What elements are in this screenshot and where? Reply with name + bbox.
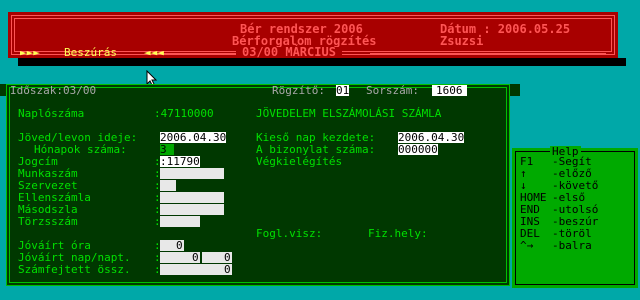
honapok-input[interactable]: 3 — [160, 144, 174, 155]
help-key-del: DEL — [520, 227, 540, 240]
help-key-f1: F1 — [520, 155, 534, 168]
header-shadow — [18, 58, 626, 66]
torzsszam-input[interactable] — [160, 216, 200, 227]
sorszam-label: Sorszám: — [366, 84, 419, 97]
vegkielegites-text: Végkielégítés — [256, 155, 343, 168]
form-title: JÖVEDELEM ELSZÁMOLÁSI SZÁMLA — [256, 107, 442, 120]
szervezet-input[interactable] — [160, 180, 176, 191]
help-key-down: ↓ — [520, 179, 527, 192]
jovairt-ora-label: Jóváírt óra — [18, 239, 91, 252]
naploszama-value: :47110000 — [154, 107, 214, 120]
help-desc-koveto: -követő — [552, 179, 599, 192]
period-line: 03/00 MÁRCIUS — [236, 46, 342, 58]
ellenszamla-label: Ellenszámla — [18, 191, 91, 204]
help-key-ins: INS — [520, 215, 540, 228]
szamfejtett-input[interactable] — [160, 264, 232, 275]
fiz-hely-label: Fiz.hely: — [368, 227, 428, 240]
jogcim-input[interactable]: :11790 — [160, 156, 200, 167]
szervezet-label: Szervezet — [18, 179, 78, 192]
idoszak-label: Időszak:03/00 — [10, 84, 97, 97]
juved-input[interactable]: 2006.04.30 — [160, 132, 227, 143]
szamfejtett-label: Számfejtett össz. — [18, 263, 131, 276]
fogl-visz-label: Fogl.visz: — [256, 227, 323, 240]
help-desc-segit: -Segít — [552, 155, 592, 168]
help-desc-utolso: -utolsó — [552, 203, 599, 216]
header-line-left — [154, 53, 244, 54]
masodszla-label: Másodszla — [18, 203, 78, 216]
jovairt-nap-label: Jóváírt nap/napt. — [18, 251, 131, 264]
header-line-right — [370, 53, 606, 54]
sorszam-value[interactable]: 1606 — [432, 85, 467, 96]
help-key-end: END — [520, 203, 540, 216]
masodszla-input[interactable] — [160, 204, 224, 215]
jovairt-nap-value1: 0 — [192, 251, 199, 264]
help-desc-elso: -első — [552, 191, 586, 204]
help-key-ctrl-right: ^→ — [520, 239, 534, 252]
naploszama-label: Naplószáma — [18, 107, 85, 120]
ellenszamla-input[interactable] — [160, 192, 224, 203]
bizonylat-label: A bizonylat száma: — [256, 143, 376, 156]
rogzito-value[interactable]: 01 — [336, 85, 350, 96]
help-desc-elozo: -előző — [552, 167, 592, 180]
kieso-label: Kieső nap kezdete: — [256, 131, 376, 144]
help-desc-torol: -töröl — [552, 227, 592, 240]
help-key-home: HOME — [520, 191, 547, 204]
jovairt-ora-value: 0 — [176, 239, 183, 252]
munkaszam-input[interactable] — [160, 168, 224, 179]
mode-label: Beszúrás — [64, 46, 117, 59]
munkaszam-label: Munkaszám — [18, 167, 78, 180]
help-desc-beszur: -beszúr — [552, 215, 599, 228]
szamfejtett-value: 0 — [224, 263, 231, 276]
rogzito-label: Rögzítő: — [272, 84, 325, 97]
honapok-label: Hónapok száma: — [34, 143, 127, 156]
kieso-input[interactable]: 2006.04.30 — [398, 132, 465, 143]
user-name: Zsuzsi — [440, 34, 484, 48]
jogcim-label: Jogcím — [18, 155, 58, 168]
bizonylat-input[interactable]: 000000 — [398, 144, 438, 155]
jovairt-nap-value2: 0 — [224, 251, 231, 264]
help-key-up: ↑ — [520, 167, 527, 180]
juved-label: Jöved/levon ideje: — [18, 131, 138, 144]
mode-right-arrows: ◄◄◄ — [144, 46, 164, 59]
mode-left-arrows: ►►► — [20, 46, 40, 59]
help-desc-balra: -balra — [552, 239, 592, 252]
torzsszam-label: Törzsszám — [18, 215, 78, 228]
